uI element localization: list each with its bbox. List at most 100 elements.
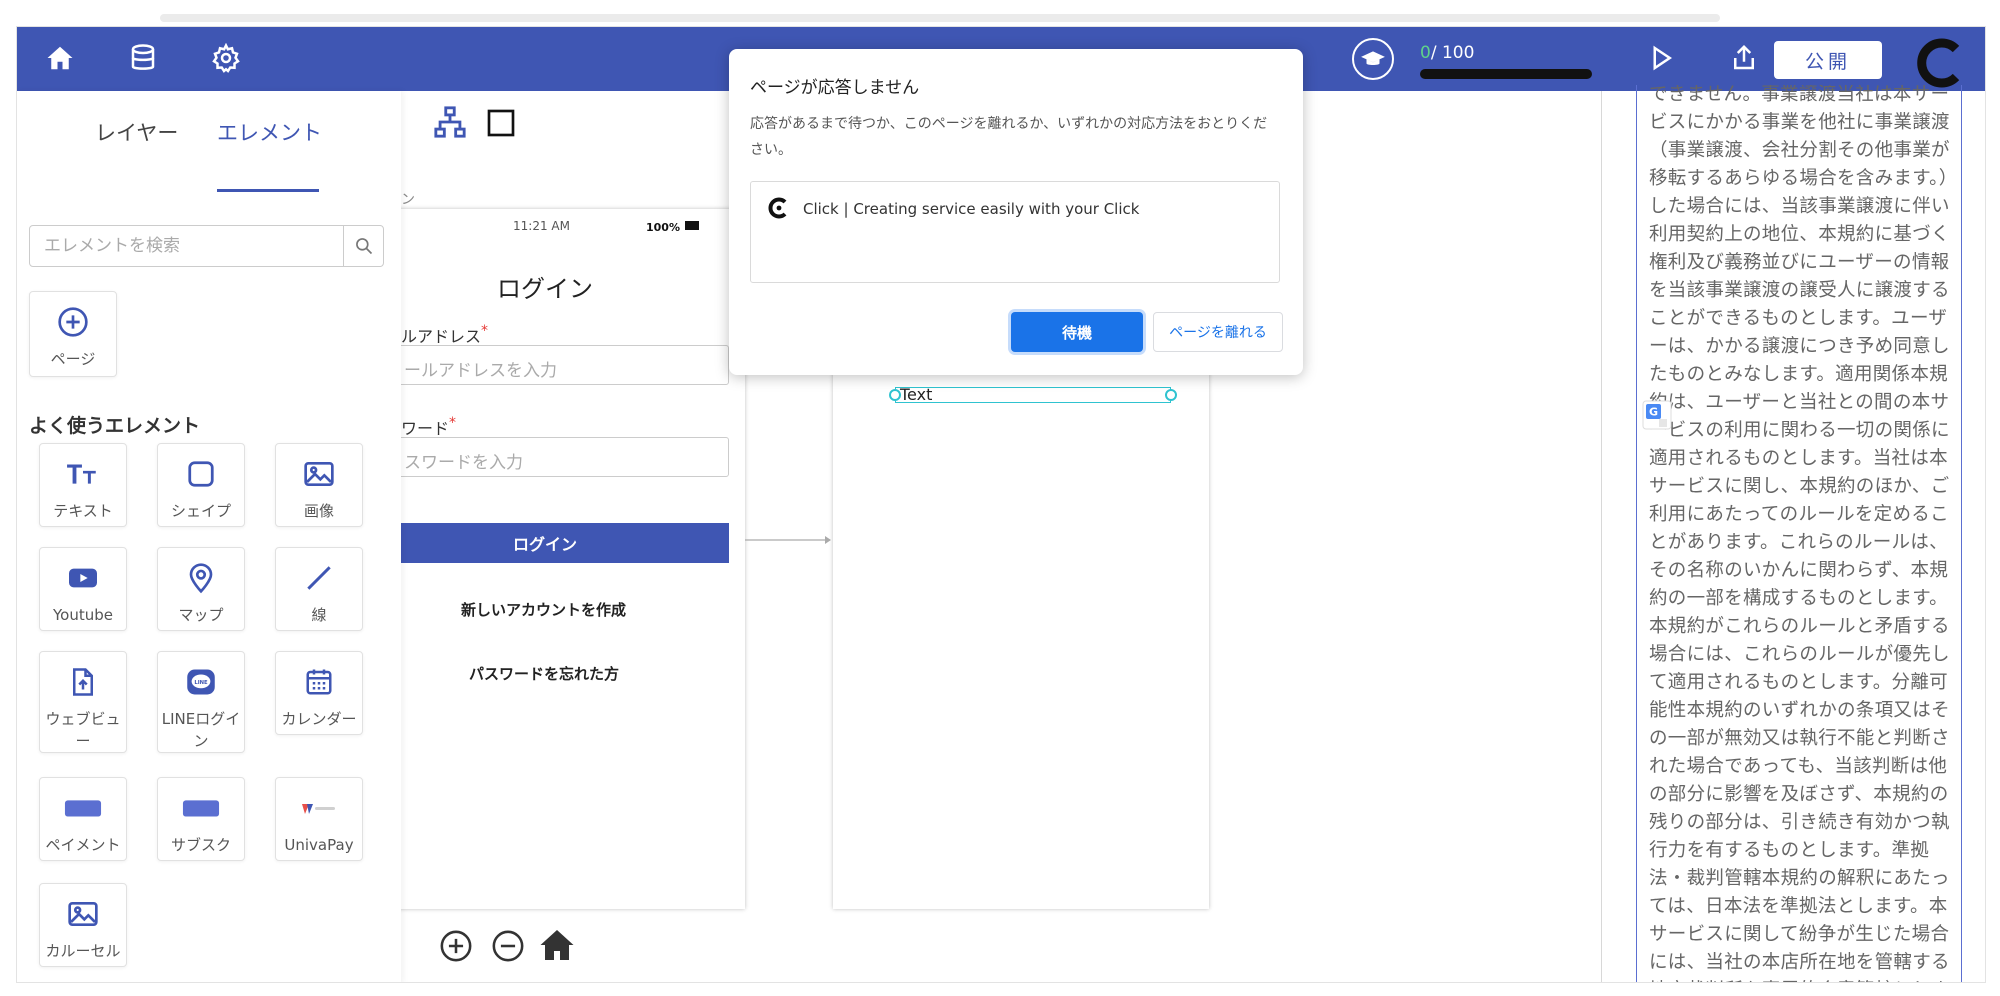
left-panel: レイヤー エレメント ページ よく使うエレメント テキスト — [17, 91, 401, 982]
translate-icon[interactable]: G — [1641, 399, 1673, 431]
element-tile-calendar[interactable]: カレンダー — [275, 651, 363, 735]
click-favicon-icon — [768, 197, 787, 219]
password-label: ワード* — [401, 415, 456, 439]
element-label: カレンダー — [281, 710, 357, 728]
login-button[interactable]: ログイン — [361, 523, 729, 563]
resize-handle-left[interactable] — [889, 389, 901, 401]
line-icon — [299, 558, 339, 598]
forgot-password-link[interactable]: パスワードを忘れた方 — [469, 663, 619, 684]
gear-icon[interactable] — [209, 41, 243, 75]
unresponsive-page-item: Click | Creating service easily with you… — [750, 181, 1280, 283]
zoom-out-icon[interactable] — [491, 929, 525, 967]
svg-text:G: G — [1649, 406, 1658, 419]
terms-text: できません。事業譲渡当社は本サービスにかかる事業を他社に事業譲渡（事業譲渡、会社… — [1649, 85, 1958, 982]
univapay-icon — [299, 788, 339, 828]
share-icon[interactable] — [1727, 41, 1761, 75]
selected-text-element[interactable]: Text — [889, 385, 1177, 404]
element-tile-line[interactable]: 線 — [275, 547, 363, 631]
required-mark: * — [449, 415, 457, 431]
status-time: 11:21 AM — [513, 219, 570, 233]
active-tab-indicator — [217, 189, 319, 192]
element-tile-univapay[interactable]: UnivaPay — [275, 777, 363, 861]
add-circle-icon — [53, 302, 93, 342]
element-label: 画像 — [303, 502, 334, 520]
element-tile-text[interactable]: テキスト — [39, 443, 127, 527]
login-screen[interactable]: 11:21 AM 100% ログイン ルアドレス* ールアドレスを入力 ワード*… — [341, 209, 745, 909]
graduation-cap-icon[interactable] — [1352, 38, 1394, 80]
image-icon — [299, 454, 339, 494]
shape-icon — [181, 454, 221, 494]
wait-button[interactable]: 待機 — [1011, 312, 1143, 352]
calendar-icon — [299, 662, 339, 702]
screen-link-arrow — [745, 536, 831, 544]
element-label: マップ — [178, 606, 224, 624]
element-search — [29, 225, 384, 267]
browser-top-strip — [160, 14, 1720, 22]
element-label: ペイメント — [45, 836, 121, 854]
play-icon[interactable] — [1644, 41, 1678, 75]
leave-page-button[interactable]: ページを離れる — [1153, 312, 1283, 352]
dialog-body: 応答があるまで待つか、このページを離れるか、いずれかの対応方法をおとりください。 — [750, 116, 1268, 158]
section-title: よく使うエレメント — [29, 415, 201, 437]
element-label: シェイプ — [170, 502, 231, 520]
stripe-icon — [63, 788, 103, 828]
database-icon[interactable] — [126, 41, 160, 75]
click-logo-icon — [1917, 38, 1960, 88]
youtube-icon — [63, 558, 103, 598]
element-label: UnivaPay — [284, 836, 354, 854]
password-label-text: ワード — [401, 419, 450, 438]
search-input[interactable] — [30, 226, 344, 266]
status-battery: 100% — [646, 221, 680, 234]
element-label: ウェブビュー — [45, 710, 121, 750]
element-label: テキスト — [53, 502, 113, 520]
element-tile-line-login[interactable]: LINE LINEログイン — [157, 651, 245, 753]
text-icon — [63, 454, 103, 494]
required-mark: * — [481, 323, 489, 339]
email-label-text: ルアドレス — [401, 327, 482, 346]
zoom-in-icon[interactable] — [439, 929, 473, 967]
publish-button[interactable]: 公開 — [1774, 41, 1882, 79]
svg-text:LINE: LINE — [194, 680, 208, 686]
element-label: カルーセル — [45, 942, 121, 960]
element-tile-webview[interactable]: ウェブビュー — [39, 651, 127, 753]
create-account-link[interactable]: 新しいアカウントを作成 — [461, 599, 626, 620]
home-canvas-icon[interactable] — [539, 927, 575, 967]
progress-total: / 100 — [1430, 43, 1475, 63]
element-tile-image[interactable]: 画像 — [275, 443, 363, 527]
element-label: 線 — [311, 606, 327, 624]
app-frame: 0/ 100 公開 レイヤー エレメント ペー — [16, 26, 1986, 983]
text-element-content: Text — [900, 385, 933, 404]
element-label: サブスク — [170, 836, 231, 854]
tab-layers[interactable]: レイヤー — [95, 117, 178, 147]
search-icon[interactable] — [343, 226, 383, 266]
email-label: ルアドレス* — [401, 323, 488, 347]
stripe-icon — [181, 788, 221, 828]
right-panel: できません。事業譲渡当社は本サービスにかかる事業を他社に事業譲渡（事業譲渡、会社… — [1601, 85, 1985, 982]
progress-bar — [1420, 69, 1592, 79]
unresponsive-page-title: Click | Creating service easily with you… — [803, 200, 1140, 218]
battery-icon — [685, 221, 699, 230]
page-tile-label: ページ — [50, 350, 96, 368]
element-tile-map[interactable]: マップ — [157, 547, 245, 631]
element-tile-carousel[interactable]: カルーセル — [39, 883, 127, 967]
tab-elements[interactable]: エレメント — [217, 117, 322, 147]
map-pin-icon — [181, 558, 221, 598]
element-label: LINEログイン — [161, 710, 241, 750]
frame-square-icon[interactable] — [485, 107, 517, 143]
element-tile-payment[interactable]: ペイメント — [39, 777, 127, 861]
progress-counter: 0/ 100 — [1420, 43, 1474, 63]
element-tile-shape[interactable]: シェイプ — [157, 443, 245, 527]
dialog-title: ページが応答しません — [750, 78, 920, 98]
sitemap-icon[interactable] — [433, 105, 467, 143]
screen-name-label: ン — [401, 192, 415, 208]
page-unresponsive-dialog: ページが応答しません 応答があるまで待つか、このページを離れるか、いずれかの対応… — [729, 49, 1303, 375]
page-tile[interactable]: ページ — [29, 291, 117, 377]
home-icon[interactable] — [43, 41, 77, 75]
terms-textarea[interactable]: できません。事業譲渡当社は本サービスにかかる事業を他社に事業譲渡（事業譲渡、会社… — [1636, 85, 1962, 982]
element-tile-youtube[interactable]: Youtube — [39, 547, 127, 631]
login-title: ログイン — [497, 275, 593, 303]
resize-handle-right[interactable] — [1165, 389, 1177, 401]
webview-icon — [63, 662, 103, 702]
element-tile-subscription[interactable]: サブスク — [157, 777, 245, 861]
line-login-icon: LINE — [181, 662, 221, 702]
